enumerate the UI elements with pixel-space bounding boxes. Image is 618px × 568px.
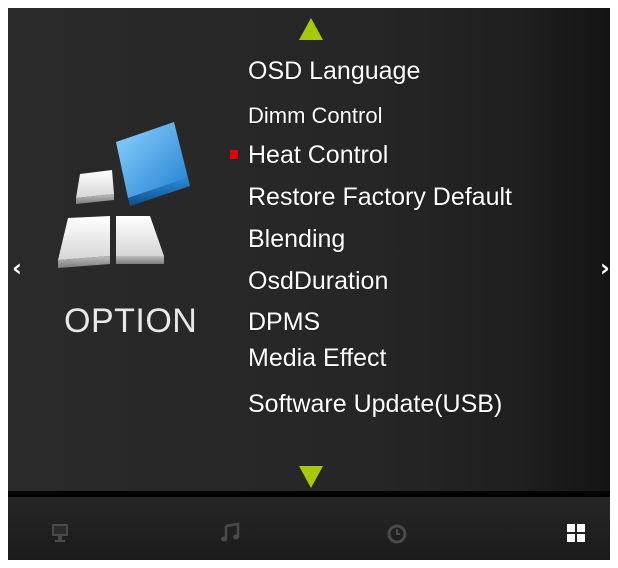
tv-menu-screen: ‹ › OPTION OSD Language Dimm Control Hea… [0, 0, 618, 568]
bottom-tab-bar [8, 497, 610, 560]
grid-icon[interactable] [565, 522, 587, 544]
menu-item-dimm-control[interactable]: Dimm Control [248, 103, 382, 129]
menu-item-restore-factory-default[interactable]: Restore Factory Default [248, 183, 512, 212]
menu-item-osd-language[interactable]: OSD Language [248, 57, 420, 86]
menu-item-label: Heat Control [248, 141, 389, 169]
monitor-icon[interactable] [50, 522, 70, 544]
menu-item-osd-duration[interactable]: OsdDuration [248, 267, 388, 296]
next-category-chevron-icon[interactable]: › [600, 254, 610, 282]
triangle-up-icon[interactable] [299, 18, 323, 40]
menu-item-media-effect[interactable]: Media Effect [248, 344, 387, 373]
menu-item-heat-control[interactable]: Heat Control [230, 141, 389, 170]
previous-category-chevron-icon[interactable]: ‹ [12, 254, 22, 282]
selection-marker [230, 150, 238, 159]
category-title: OPTION [64, 302, 198, 340]
option-blocks-icon [58, 122, 190, 268]
triangle-down-icon[interactable] [299, 466, 323, 488]
menu-item-dpms[interactable]: DPMS [248, 308, 320, 337]
menu-item-blending[interactable]: Blending [248, 225, 345, 254]
menu-item-software-update-usb[interactable]: Software Update(USB) [248, 390, 502, 419]
music-note-icon[interactable] [219, 522, 241, 544]
clock-icon[interactable] [386, 522, 408, 544]
